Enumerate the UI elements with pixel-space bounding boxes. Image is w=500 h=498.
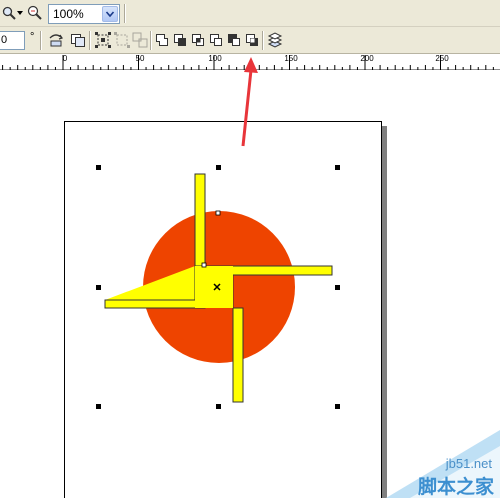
watermark-title: 脚本之家 bbox=[417, 476, 494, 498]
watermark-ribbon bbox=[386, 430, 500, 498]
watermark-site: jb51.net bbox=[445, 456, 492, 471]
